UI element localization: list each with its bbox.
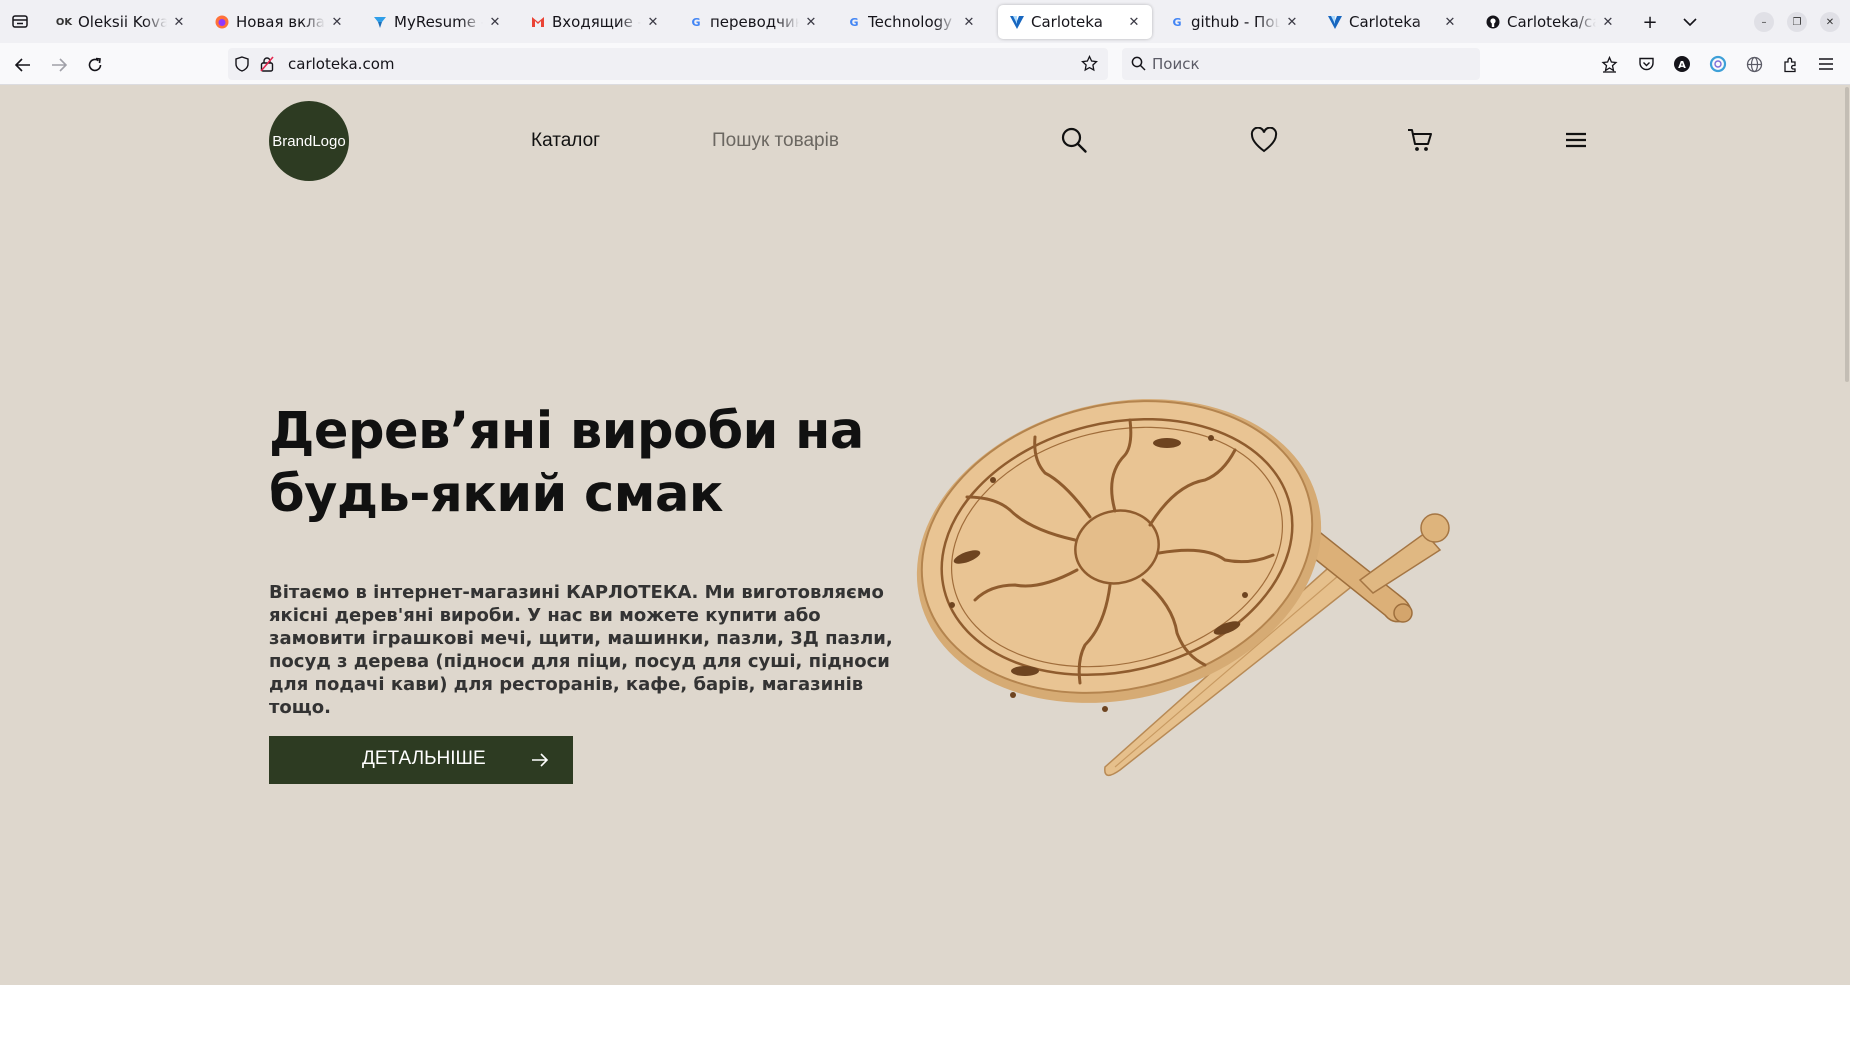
hero-title: Дерев’яні вироби на будь-який смак bbox=[269, 402, 864, 524]
gmail-icon bbox=[531, 15, 545, 29]
close-tab-icon[interactable]: ✕ bbox=[1284, 15, 1300, 30]
details-button[interactable]: ДЕТАЛЬНІШЕ bbox=[269, 736, 573, 784]
close-tab-icon[interactable]: ✕ bbox=[645, 15, 661, 30]
close-tab-icon[interactable]: ✕ bbox=[1442, 15, 1458, 30]
ok-icon: OK bbox=[55, 16, 73, 28]
browser-tab[interactable]: MyResume - Bo ✕ bbox=[361, 5, 513, 39]
browser-tab[interactable]: G переводчик гу ✕ bbox=[677, 5, 829, 39]
details-button-label: ДЕТАЛЬНІШЕ bbox=[362, 748, 486, 769]
tab-overview-icon[interactable] bbox=[8, 8, 32, 34]
extension-ring-icon[interactable] bbox=[1707, 53, 1729, 75]
shield-icon[interactable] bbox=[234, 56, 250, 76]
tab-title: MyResume - Bo bbox=[394, 13, 483, 31]
browser-tab-strip: OK Oleksii Kovalen ✕ Новая вкладка ✕ MyR… bbox=[0, 0, 1850, 43]
hero-description: Вітаємо в інтернет-магазині КАРЛОТЕКА. М… bbox=[269, 582, 893, 718]
nav-link-product-search[interactable]: Пошук товарів bbox=[712, 130, 839, 152]
list-all-tabs-icon[interactable] bbox=[1677, 9, 1703, 35]
globe-icon[interactable] bbox=[1743, 53, 1765, 75]
browser-search-field[interactable]: Поиск bbox=[1122, 48, 1480, 80]
vuetify-icon bbox=[1328, 15, 1342, 29]
google-icon: G bbox=[691, 15, 701, 29]
browser-tab[interactable]: Carloteka/carlo ✕ bbox=[1474, 5, 1626, 39]
tab-title: Входящие - ale bbox=[552, 13, 641, 31]
browser-tab[interactable]: G Technology sta ✕ bbox=[835, 5, 987, 39]
url-bar[interactable]: carloteka.com bbox=[228, 48, 1108, 80]
close-tab-icon[interactable]: ✕ bbox=[1126, 15, 1142, 30]
save-to-pocket-list-icon[interactable] bbox=[1598, 53, 1620, 75]
extensions-puzzle-icon[interactable] bbox=[1779, 53, 1801, 75]
back-icon[interactable] bbox=[9, 51, 37, 79]
close-tab-icon[interactable]: ✕ bbox=[171, 15, 187, 30]
search-icon[interactable] bbox=[1059, 125, 1089, 155]
myresume-icon bbox=[373, 15, 387, 29]
browser-tab-active[interactable]: Carloteka ✕ bbox=[998, 5, 1152, 39]
browser-tab[interactable]: Carloteka ✕ bbox=[1316, 5, 1468, 39]
wooden-shield-image bbox=[916, 399, 1322, 712]
page-next-section bbox=[0, 985, 1850, 1053]
scrollbar-thumb[interactable] bbox=[1845, 87, 1849, 382]
github-icon bbox=[1486, 15, 1500, 29]
browser-tab[interactable]: Входящие - ale ✕ bbox=[519, 5, 671, 39]
close-tab-icon[interactable]: ✕ bbox=[487, 15, 503, 30]
account-avatar-icon[interactable]: A bbox=[1671, 53, 1693, 75]
tab-title: Carloteka/carlo bbox=[1507, 13, 1596, 31]
new-tab-icon[interactable]: + bbox=[1637, 9, 1663, 35]
tab-title: переводчик гу bbox=[710, 13, 799, 31]
reload-icon[interactable] bbox=[81, 51, 109, 79]
search-placeholder: Поиск bbox=[1152, 55, 1200, 73]
tab-title: Carloteka bbox=[1031, 13, 1103, 31]
close-tab-icon[interactable]: ✕ bbox=[1600, 15, 1616, 30]
insecure-lock-icon[interactable] bbox=[260, 56, 274, 76]
hamburger-menu-icon[interactable] bbox=[1561, 125, 1591, 155]
hero-product-image bbox=[905, 365, 1555, 815]
tab-title: github - Пошук bbox=[1191, 13, 1280, 31]
browser-tab[interactable]: OK Oleksii Kovalen ✕ bbox=[45, 5, 197, 39]
vuetify-icon bbox=[1010, 15, 1024, 29]
forward-icon[interactable] bbox=[45, 51, 73, 79]
page-hero-section: BrandLogo Каталог Пошук товарів Дерев’ян… bbox=[0, 85, 1850, 985]
app-menu-icon[interactable] bbox=[1815, 53, 1837, 75]
close-tab-icon[interactable]: ✕ bbox=[803, 15, 819, 30]
minimize-window-icon[interactable]: – bbox=[1754, 12, 1774, 32]
arrow-right-icon bbox=[531, 751, 549, 773]
nav-link-catalog[interactable]: Каталог bbox=[531, 130, 600, 152]
tab-title: Technology sta bbox=[868, 13, 957, 31]
page-scrollbar[interactable] bbox=[1844, 85, 1850, 985]
browser-tab[interactable]: G github - Пошук ✕ bbox=[1158, 5, 1310, 39]
bookmark-star-icon[interactable] bbox=[1081, 54, 1098, 76]
url-text[interactable]: carloteka.com bbox=[288, 55, 394, 73]
tab-title: Новая вкладка bbox=[236, 13, 325, 31]
brand-logo[interactable]: BrandLogo bbox=[269, 101, 349, 181]
firefox-icon bbox=[215, 15, 229, 29]
tab-title: Carloteka bbox=[1349, 13, 1421, 31]
close-window-icon[interactable]: ✕ bbox=[1820, 12, 1840, 32]
google-icon: G bbox=[1172, 15, 1182, 29]
browser-toolbar: carloteka.com Поиск A bbox=[0, 43, 1850, 85]
close-tab-icon[interactable]: ✕ bbox=[329, 15, 345, 30]
heart-icon[interactable] bbox=[1249, 125, 1279, 155]
cart-icon[interactable] bbox=[1405, 125, 1435, 155]
restore-window-icon[interactable]: ❐ bbox=[1787, 12, 1807, 32]
pocket-icon[interactable] bbox=[1635, 53, 1657, 75]
google-icon: G bbox=[849, 15, 859, 29]
close-tab-icon[interactable]: ✕ bbox=[961, 15, 977, 30]
search-icon bbox=[1131, 56, 1146, 75]
svg-text:A: A bbox=[1678, 60, 1686, 71]
tab-title: Oleksii Kovalen bbox=[78, 13, 167, 31]
browser-tab[interactable]: Новая вкладка ✕ bbox=[203, 5, 355, 39]
